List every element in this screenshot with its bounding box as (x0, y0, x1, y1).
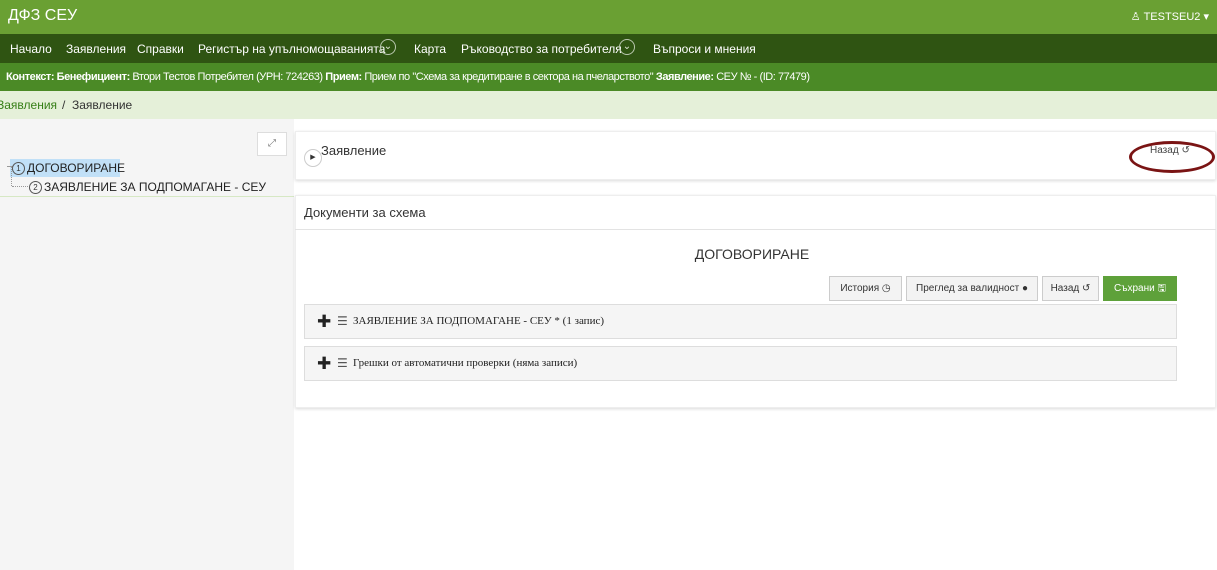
nav-guide[interactable]: Ръководство за потребителя (461, 42, 622, 56)
tree-node-label: ЗАЯВЛЕНИЕ ЗА ПОДПОМАГАНЕ - СЕУ (44, 180, 266, 194)
nav-home[interactable]: Начало (10, 42, 52, 56)
application-title: Заявление (321, 143, 387, 158)
context-bar: Контекст: Бенефициент: Втори Тестов Потр… (0, 63, 1217, 91)
user-name: TESTSEU2 ▾ (1143, 11, 1209, 23)
beneficiary-label: Бенефициент: (56, 71, 131, 83)
intake-value: Прием по "Схема за кредитиране в сектора… (364, 71, 654, 83)
top-bar: ДФЗ СЕУ ♙ TESTSEU2 ▾ (0, 0, 1217, 34)
accordion-application-form[interactable]: ✚ ☰ ЗАЯВЛЕНИЕ ЗА ПОДПОМАГАНЕ - СЕУ * (1 … (304, 304, 1177, 339)
documents-title: Документи за схема (304, 205, 426, 220)
expand-plus-icon[interactable]: ✚ (317, 354, 331, 374)
register-dropdown-chevron-icon[interactable]: ⌄ (380, 39, 396, 55)
validity-button-label: Преглед за валидност (916, 283, 1020, 294)
save-button[interactable]: Съхрани 🖫 (1103, 276, 1177, 301)
highlight-ellipse (1129, 141, 1215, 173)
nav-reports[interactable]: Справки (137, 42, 184, 56)
nav-map[interactable]: Карта (414, 42, 446, 56)
list-icon: ☰ (337, 356, 348, 370)
expand-panel-icon[interactable]: ⤢ (257, 132, 287, 156)
play-icon[interactable]: ▶ (304, 149, 322, 167)
expand-plus-icon[interactable]: ✚ (317, 312, 331, 332)
history-button[interactable]: История ◷ (829, 276, 902, 301)
back-button-label: Назад (1050, 283, 1080, 294)
step-number-icon: 1 (12, 162, 25, 175)
breadcrumb-separator: / (62, 98, 66, 112)
validity-check-button[interactable]: Преглед за валидност ● (906, 276, 1038, 301)
application-value: СЕУ № - (ID: 77479) (716, 71, 810, 83)
accordion-label: ЗАЯВЛЕНИЕ ЗА ПОДПОМАГАНЕ - СЕУ * (1 запи… (353, 315, 604, 327)
nav-register[interactable]: Регистър на упълномощаванията (198, 42, 385, 56)
breadcrumb-link-applications[interactable]: Заявления (0, 98, 57, 112)
user-icon: ♙ (1130, 11, 1141, 23)
accordion-auto-check-errors[interactable]: ✚ ☰ Грешки от автоматични проверки (няма… (304, 346, 1177, 381)
back-button[interactable]: Назад ↺ (1042, 276, 1099, 301)
accordion-label: Грешки от автоматични проверки (няма зап… (353, 357, 578, 369)
tree-connector (12, 186, 28, 188)
section-title: ДОГОВОРИРАНЕ (694, 246, 810, 262)
app-title[interactable]: ДФЗ СЕУ (8, 7, 77, 25)
main-nav: Начало Заявления Справки Регистър на упъ… (0, 34, 1217, 63)
breadcrumb: Заявления / Заявление (0, 91, 1217, 119)
intake-label: Прием: (325, 71, 362, 83)
user-menu[interactable]: ♙ TESTSEU2 ▾ (1131, 10, 1209, 23)
context-label: Контекст: (6, 71, 55, 83)
tree-node-label: ДОГОВОРИРАНЕ (27, 161, 126, 175)
nav-applications[interactable]: Заявления (66, 42, 126, 56)
context-line: Контекст: Бенефициент: Втори Тестов Потр… (6, 71, 810, 83)
beneficiary-value: Втори Тестов Потребител (УРН: 724263) (132, 71, 323, 83)
check-circle-icon: ● (1021, 283, 1028, 294)
list-icon: ☰ (337, 314, 348, 328)
guide-dropdown-chevron-icon[interactable]: ⌄ (619, 39, 635, 55)
nav-qa[interactable]: Въпроси и мнения (653, 42, 756, 56)
save-button-label: Съхрани (1113, 283, 1155, 294)
history-button-label: История (840, 283, 880, 294)
tree-node-contracting[interactable]: 1 ДОГОВОРИРАНЕ (12, 161, 125, 175)
tree-node-application[interactable]: 2 ЗАЯВЛЕНИЕ ЗА ПОДПОМАГАНЕ - СЕУ (29, 180, 266, 194)
breadcrumb-current: Заявление (72, 98, 133, 112)
application-label: Заявление: (655, 71, 714, 83)
documents-divider (295, 229, 1216, 230)
floppy-disk-icon: 🖫 (1157, 283, 1166, 294)
tree-divider (0, 196, 294, 197)
undo-icon: ↺ (1082, 283, 1091, 294)
application-header-card (295, 131, 1216, 180)
step-number-icon: 2 (29, 181, 42, 194)
history-icon: ◷ (881, 283, 891, 294)
